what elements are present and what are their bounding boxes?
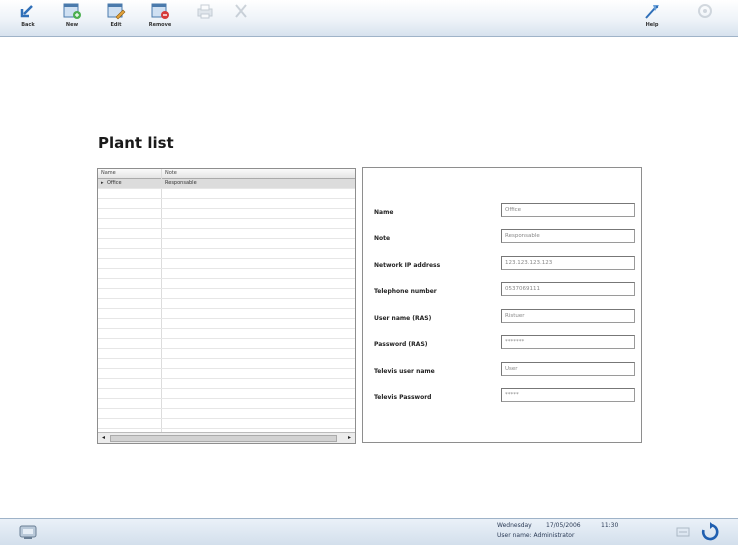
- cell-name: Office: [107, 180, 122, 186]
- print-button[interactable]: [188, 2, 222, 34]
- edit-button[interactable]: Edit: [99, 2, 133, 34]
- network-ip-field[interactable]: 123.123.123.123: [501, 256, 635, 270]
- back-icon: [20, 5, 33, 18]
- row-selector-icon: ▸: [101, 180, 104, 186]
- plant-details-panel: Name Office Note Responsable Network IP …: [362, 167, 642, 443]
- table-row-empty: [98, 349, 355, 359]
- table-row-empty: [98, 339, 355, 349]
- status-time: 11:30: [601, 522, 619, 529]
- settings-button[interactable]: [688, 2, 722, 34]
- remove-icon: [151, 3, 169, 19]
- column-header-name[interactable]: Name: [101, 170, 116, 176]
- table-row-empty: [98, 369, 355, 379]
- remove-button[interactable]: Remove: [143, 2, 177, 34]
- televis-password-field[interactable]: *****: [501, 388, 635, 402]
- table-row-empty: [98, 269, 355, 279]
- table-row-empty: [98, 239, 355, 249]
- telephone-field[interactable]: 0537069111: [501, 282, 635, 296]
- network-ip-label: Network IP address: [374, 262, 441, 269]
- status-day: Wednesday: [497, 522, 532, 529]
- refresh-button[interactable]: [700, 522, 720, 544]
- table-row-empty: [98, 329, 355, 339]
- status-user: User name: Administrator: [497, 532, 575, 539]
- table-row-empty: [98, 189, 355, 199]
- televis-user-field[interactable]: User: [501, 362, 635, 376]
- status-date: 17/05/2006: [546, 522, 581, 529]
- note-label: Note: [374, 235, 391, 242]
- ras-user-field[interactable]: Ristuer: [501, 309, 635, 323]
- table-row-empty: [98, 319, 355, 329]
- page-title: Plant list: [98, 134, 174, 152]
- ras-password-label: Password (RAS): [374, 341, 428, 348]
- network-status[interactable]: [676, 526, 690, 540]
- help-icon: [645, 5, 659, 19]
- table-row-empty: [98, 209, 355, 219]
- table-row-empty: [98, 259, 355, 269]
- table-row[interactable]: ▸ Office Responsable: [98, 179, 355, 189]
- table-row-empty: [98, 219, 355, 229]
- ras-user-label: User name (RAS): [374, 315, 432, 322]
- table-row-empty: [98, 199, 355, 209]
- help-label: Help: [645, 22, 659, 28]
- scroll-right-icon[interactable]: ▸: [345, 434, 354, 441]
- toolbar: Back New Edit Remove Help: [0, 0, 738, 37]
- table-row-empty: [98, 249, 355, 259]
- help-button[interactable]: Help: [635, 2, 669, 34]
- close-icon: [235, 4, 247, 18]
- column-header-note[interactable]: Note: [165, 170, 177, 176]
- grid-header: Name Note: [98, 169, 355, 179]
- system-button[interactable]: [18, 523, 40, 543]
- network-icon: [676, 527, 690, 537]
- table-row-empty: [98, 379, 355, 389]
- new-label: New: [65, 22, 79, 28]
- table-row-empty: [98, 289, 355, 299]
- cell-note: Responsable: [165, 180, 197, 186]
- telephone-label: Telephone number: [374, 288, 437, 295]
- table-row-empty: [98, 279, 355, 289]
- note-field[interactable]: Responsable: [501, 229, 635, 243]
- televis-user-label: Televis user name: [374, 368, 435, 375]
- scroll-left-icon[interactable]: ◂: [99, 434, 108, 441]
- settings-icon: [698, 4, 712, 18]
- table-row-empty: [98, 389, 355, 399]
- status-bar: Wednesday 17/05/2006 11:30 User name: Ad…: [0, 518, 738, 545]
- table-row-empty: [98, 409, 355, 419]
- system-icon: [19, 525, 37, 539]
- table-row-empty: [98, 299, 355, 309]
- plant-list-grid[interactable]: Name Note ▸ Office Responsable ◂ ▸: [97, 168, 356, 444]
- table-row-empty: [98, 309, 355, 319]
- remove-label: Remove: [148, 22, 172, 28]
- back-button[interactable]: Back: [11, 2, 45, 34]
- back-label: Back: [21, 22, 35, 28]
- ras-password-field[interactable]: *******: [501, 335, 635, 349]
- print-icon: [197, 4, 213, 19]
- table-row-empty: [98, 419, 355, 429]
- refresh-icon: [701, 522, 719, 541]
- edit-icon: [107, 3, 126, 20]
- televis-password-label: Televis Password: [374, 394, 432, 401]
- scrollbar-thumb[interactable]: [110, 435, 337, 442]
- table-row-empty: [98, 229, 355, 239]
- table-row-empty: [98, 359, 355, 369]
- edit-label: Edit: [110, 22, 122, 28]
- table-row-empty: [98, 399, 355, 409]
- new-icon: [63, 3, 81, 19]
- close-button[interactable]: [224, 2, 258, 34]
- name-label: Name: [374, 209, 394, 216]
- new-button[interactable]: New: [55, 2, 89, 34]
- horizontal-scrollbar[interactable]: ◂ ▸: [98, 432, 355, 443]
- name-field[interactable]: Office: [501, 203, 635, 217]
